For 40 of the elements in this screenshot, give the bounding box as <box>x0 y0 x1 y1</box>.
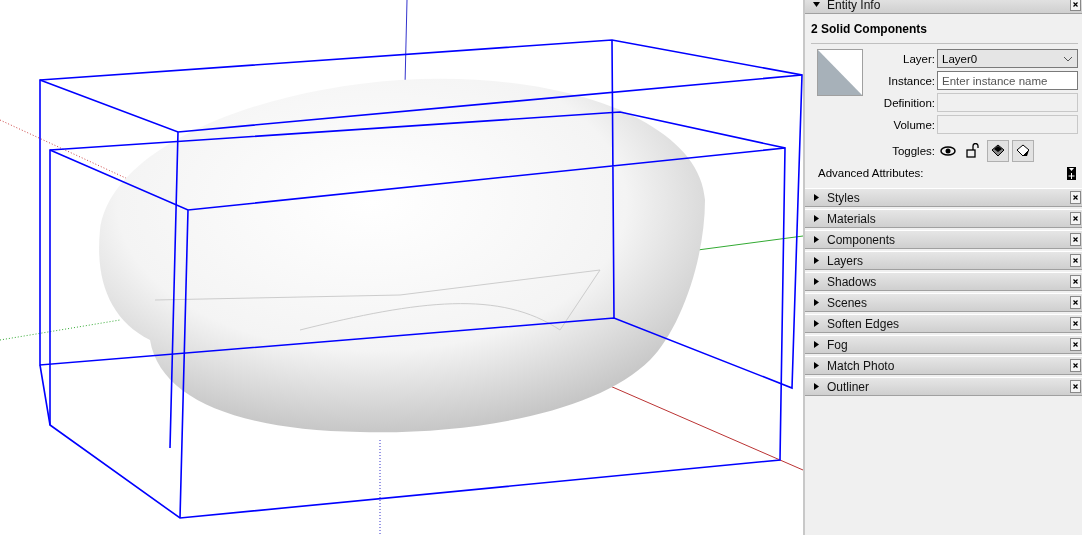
collapsed-triangle-icon[interactable] <box>813 362 820 369</box>
collapsed-triangle-icon[interactable] <box>813 320 820 327</box>
advanced-attributes-label: Advanced Attributes: <box>818 167 924 179</box>
collapsed-triangle-icon[interactable] <box>813 194 820 201</box>
cast-shadows-toggle[interactable] <box>987 140 1009 162</box>
receive-shadows-toggle[interactable] <box>1012 140 1034 162</box>
collapsed-triangle-icon[interactable] <box>813 236 820 243</box>
close-icon[interactable] <box>1070 359 1081 372</box>
close-icon[interactable] <box>1070 233 1081 246</box>
collapsed-triangle-icon[interactable] <box>813 257 820 264</box>
collapsed-triangle-icon[interactable] <box>813 383 820 390</box>
close-icon[interactable] <box>1070 296 1081 309</box>
filled-diamond-icon <box>990 143 1006 159</box>
material-swatch <box>817 49 863 96</box>
selection-heading: 2 Solid Components <box>810 21 928 36</box>
close-icon[interactable] <box>1070 191 1081 204</box>
collapsed-triangle-icon[interactable] <box>813 341 820 348</box>
field-label: Definition: <box>882 96 936 109</box>
outlined-diamond-icon <box>1015 143 1031 159</box>
padlock-icon <box>965 143 981 159</box>
input-field[interactable]: Enter instance name <box>937 71 1078 90</box>
field-label: Toggles: <box>891 145 936 157</box>
layer-dropdown[interactable]: Layer0 <box>937 49 1078 68</box>
field-label: Layer: <box>902 52 936 65</box>
collapsed-triangle-icon[interactable] <box>813 299 820 306</box>
close-icon[interactable] <box>1070 317 1081 330</box>
close-icon[interactable] <box>1070 0 1081 11</box>
field-label: Instance: <box>887 74 936 87</box>
close-icon[interactable] <box>1070 254 1081 267</box>
collapsed-triangle-icon[interactable] <box>813 215 820 222</box>
eye-icon <box>940 143 956 159</box>
close-icon[interactable] <box>1070 338 1081 351</box>
expand-plus-icon[interactable] <box>1067 166 1076 180</box>
collapsed-triangle-icon[interactable] <box>813 278 820 285</box>
chevron-icon <box>1063 55 1073 62</box>
close-icon[interactable] <box>1070 212 1081 225</box>
close-icon[interactable] <box>1070 275 1081 288</box>
field-label: Volume: <box>892 118 936 131</box>
close-icon[interactable] <box>1070 380 1081 393</box>
expanded-triangle-icon[interactable] <box>813 1 820 8</box>
